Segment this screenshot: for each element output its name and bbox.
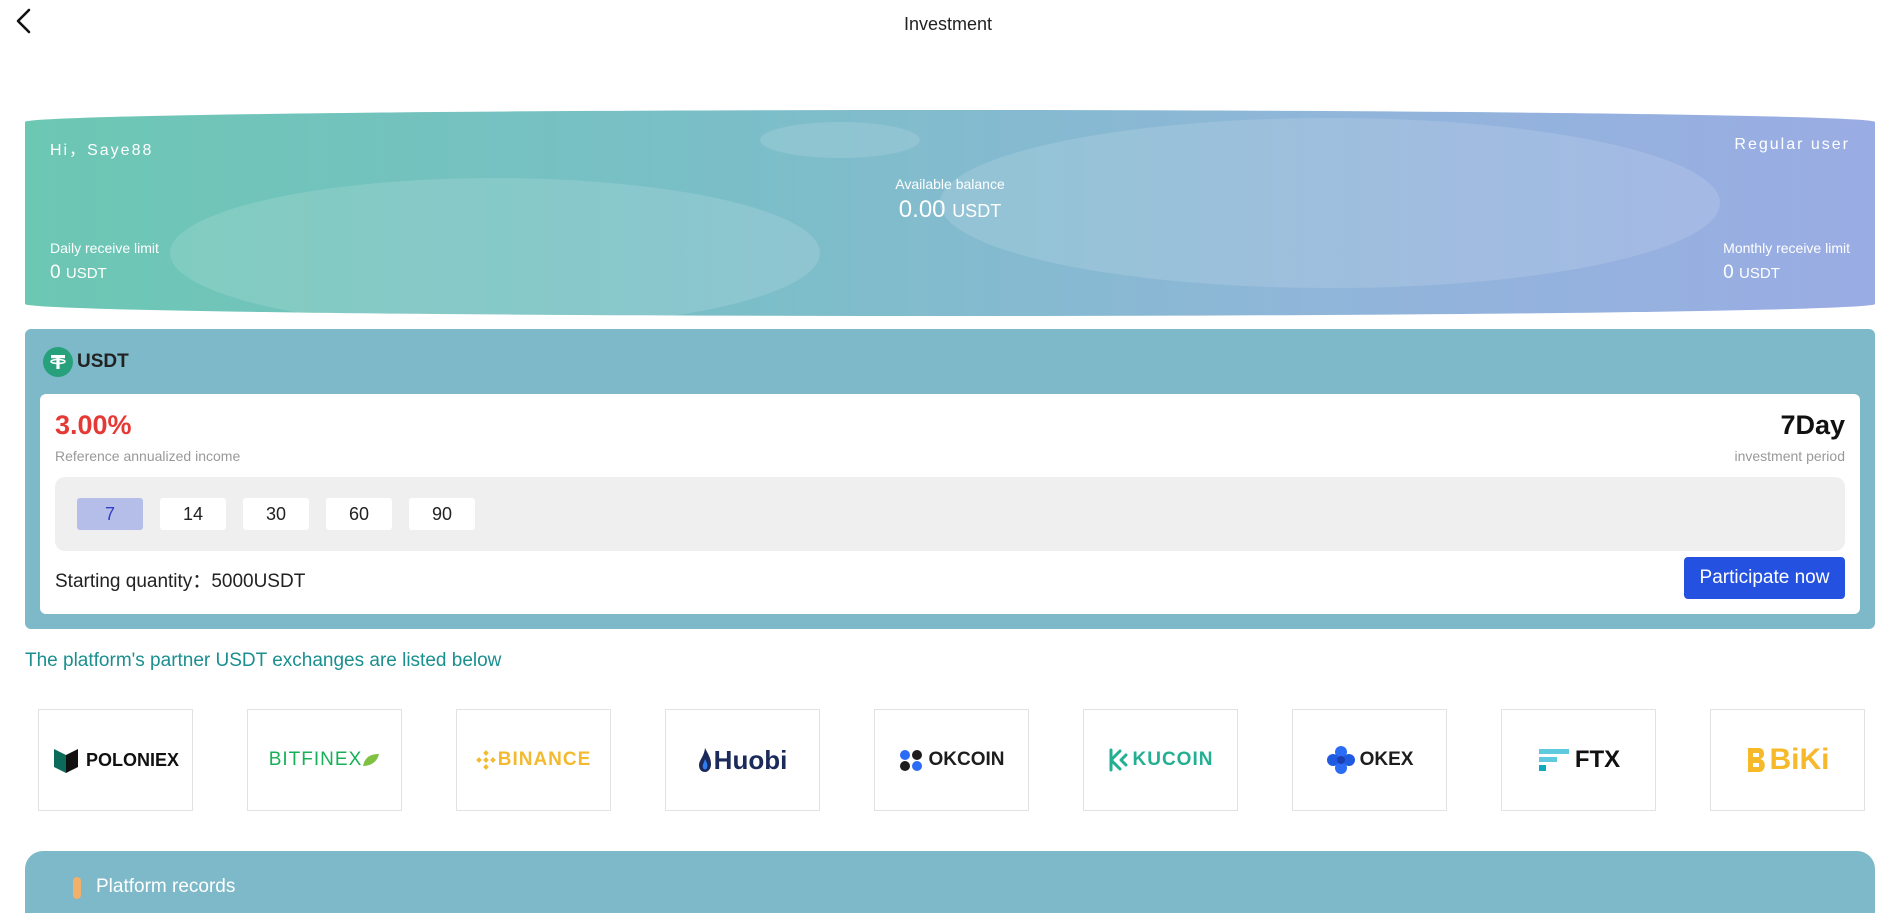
monthly-limit-label: Monthly receive limit <box>1723 240 1850 256</box>
exchange-name: KUCOIN <box>1132 749 1214 770</box>
annualized-rate: 3.00% <box>55 410 132 440</box>
day-option-7[interactable]: 7 <box>77 498 143 530</box>
ftx-icon <box>1538 749 1569 771</box>
starting-quantity: Starting quantity：5000USDT <box>55 566 305 593</box>
kucoin-icon <box>1109 748 1128 772</box>
product-detail: 3.00% Reference annualized income 7Day i… <box>40 394 1860 614</box>
exchange-logos: POLONIEX BITFINEX BINANCE Huobi OKCOIN K… <box>38 709 1868 811</box>
biki-icon <box>1747 748 1765 772</box>
exchange-name: Huobi <box>713 744 788 775</box>
day-option-60[interactable]: 60 <box>326 498 392 530</box>
monthly-limit-value-row: 0 USDT <box>1723 262 1850 284</box>
partners-title: The platform's partner USDT exchanges ar… <box>25 650 502 671</box>
investment-period-label: investment period <box>1734 448 1845 464</box>
starting-quantity-label: Starting quantity： <box>55 571 212 592</box>
records-accent-bar <box>73 877 81 899</box>
exchange-name: POLONIEX <box>85 749 179 770</box>
available-balance-value: 0.00 <box>898 196 946 223</box>
exchange-name: BITFINEX <box>268 749 363 770</box>
exchange-logo-binance[interactable]: BINANCE <box>456 709 611 811</box>
starting-quantity-value: 5000USDT <box>211 571 306 592</box>
available-balance-label: Available balance <box>895 176 1005 192</box>
platform-records-title: Platform records <box>96 876 236 897</box>
period-selector: 7 14 30 60 90 <box>55 477 1845 551</box>
page-title: Investment <box>903 14 993 34</box>
decor-bubble <box>760 122 920 158</box>
monthly-limit-value: 0 <box>1723 262 1734 283</box>
user-level: Regular user <box>1734 136 1850 153</box>
exchange-logo-bitfinex[interactable]: BITFINEX <box>247 709 402 811</box>
okcoin-icon <box>899 750 922 771</box>
coin-name: USDT <box>77 351 129 372</box>
exchange-logo-poloniex[interactable]: POLONIEX <box>38 709 193 811</box>
exchange-name: BiKi <box>1769 743 1830 776</box>
exchange-logo-ftx[interactable]: FTX <box>1501 709 1656 811</box>
available-balance-unit: USDT <box>952 201 1002 221</box>
usdt-tether-icon <box>43 347 73 377</box>
okex-icon <box>1326 746 1355 774</box>
bitfinex-leaf-icon <box>363 754 380 766</box>
exchange-logo-biki[interactable]: BiKi <box>1710 709 1865 811</box>
exchange-logo-okex[interactable]: OKEX <box>1292 709 1447 811</box>
poloniex-icon <box>53 749 78 773</box>
header-bar: Investment <box>0 0 1896 50</box>
huobi-flame-icon <box>698 748 711 772</box>
exchange-name: OKEX <box>1359 749 1414 770</box>
annualized-rate-label: Reference annualized income <box>55 448 241 464</box>
usdt-product-card: USDT 3.00% Reference annualized income 7… <box>25 329 1875 629</box>
day-option-90[interactable]: 90 <box>409 498 475 530</box>
available-balance-value-row: 0.00 USDT <box>25 196 1875 224</box>
available-balance: Available balance 0.00 USDT <box>25 176 1875 224</box>
daily-limit-label: Daily receive limit <box>50 240 159 256</box>
day-option-14[interactable]: 14 <box>160 498 226 530</box>
investment-period: 7Day <box>1780 410 1845 440</box>
balance-card: Hi，Saye88 Regular user Available balance… <box>25 110 1875 316</box>
day-option-30[interactable]: 30 <box>243 498 309 530</box>
daily-limit-unit: USDT <box>65 265 107 282</box>
daily-limit-value-row: 0 USDT <box>50 262 159 284</box>
exchange-logo-kucoin[interactable]: KUCOIN <box>1083 709 1238 811</box>
exchange-name: FTX <box>1574 746 1621 773</box>
participate-now-button[interactable]: Participate now <box>1684 557 1845 599</box>
daily-limit-value: 0 <box>50 262 61 283</box>
exchange-name: BINANCE <box>497 749 592 770</box>
exchange-logo-okcoin[interactable]: OKCOIN <box>874 709 1029 811</box>
monthly-limit-unit: USDT <box>1739 265 1780 282</box>
exchange-name: OKCOIN <box>928 749 1005 770</box>
exchange-logo-huobi[interactable]: Huobi <box>665 709 820 811</box>
binance-icon <box>475 750 496 770</box>
monthly-limit: Monthly receive limit 0 USDT <box>1723 240 1850 284</box>
daily-limit: Daily receive limit 0 USDT <box>50 240 159 284</box>
investment-page: Investment Hi，Saye88 Regular user Availa… <box>0 0 1896 913</box>
user-greeting: Hi，Saye88 <box>50 142 154 159</box>
coin-header: USDT <box>43 347 129 377</box>
platform-records-panel: Platform records <box>25 851 1875 913</box>
